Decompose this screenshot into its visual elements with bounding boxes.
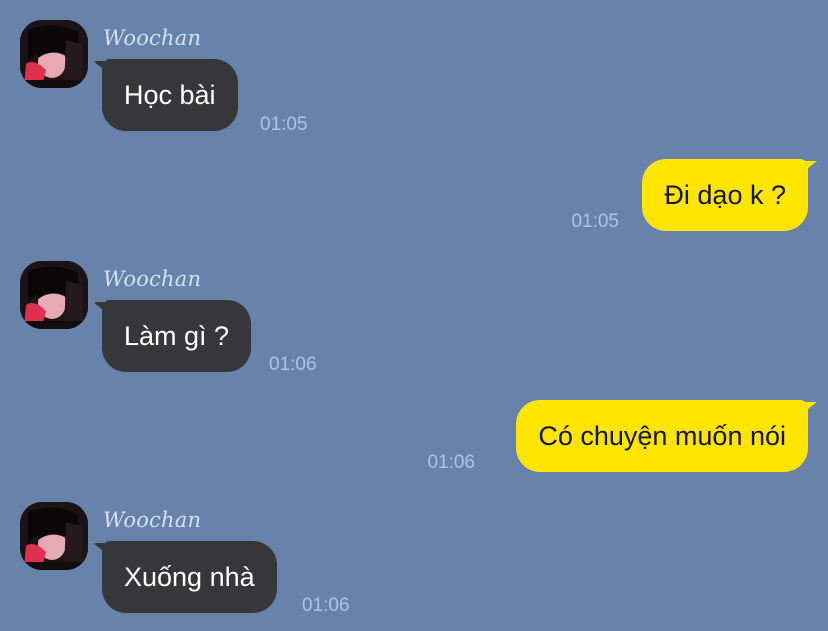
sender-name: Woochan (103, 267, 202, 291)
sender-name: Woochan (103, 26, 202, 50)
timestamp: 01:05 (260, 114, 308, 135)
avatar-icon[interactable] (20, 261, 88, 329)
avatar-icon[interactable] (20, 502, 88, 570)
sender-name: Woochan (103, 508, 202, 532)
avatar-icon[interactable] (20, 20, 88, 88)
message-bubble[interactable]: Làm gì ? (102, 300, 252, 372)
message-bubble[interactable]: Học bài (102, 59, 238, 131)
message-bubble[interactable]: Xuống nhà (102, 541, 277, 613)
timestamp: 01:06 (269, 354, 317, 375)
timestamp: 01:05 (571, 211, 619, 232)
timestamp: 01:06 (427, 452, 475, 473)
chat-thread[interactable]: Woochan Học bài 01:05 01:05 Đi dạo k ? W… (0, 0, 828, 631)
timestamp: 01:06 (302, 595, 350, 616)
message-bubble[interactable]: Có chuyện muốn nói (516, 400, 808, 472)
message-bubble[interactable]: Đi dạo k ? (642, 159, 808, 231)
